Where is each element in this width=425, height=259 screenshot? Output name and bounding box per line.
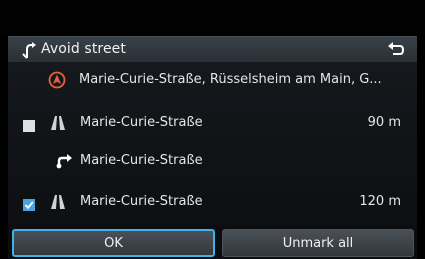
road-icon — [50, 194, 66, 210]
street-label: Marie-Curie-Straße — [80, 115, 203, 130]
button-bar: OK Unmark all — [8, 225, 417, 259]
destination-label: Marie-Curie-Straße, Rüsselsheim am Main,… — [79, 72, 382, 87]
header-bar: Avoid street — [8, 36, 417, 63]
list-item[interactable]: Marie-Curie-Straße — [8, 143, 417, 179]
unmark-all-button[interactable]: Unmark all — [222, 229, 414, 257]
destination-pin-icon — [48, 71, 66, 89]
street-label: Marie-Curie-Straße — [80, 153, 203, 168]
route-segment-list: Marie-Curie-Straße, Rüsselsheim am Main,… — [8, 62, 417, 225]
checkbox-unchecked[interactable] — [23, 117, 35, 132]
back-arrow-icon — [387, 41, 405, 60]
ok-button[interactable]: OK — [12, 229, 215, 257]
back-button[interactable] — [383, 40, 409, 60]
list-item[interactable]: Marie-Curie-Straße 90 m — [8, 105, 417, 141]
road-icon — [50, 115, 66, 131]
status-bar — [0, 0, 425, 36]
detour-arrow-icon — [21, 40, 39, 60]
destination-row[interactable]: Marie-Curie-Straße, Rüsselsheim am Main,… — [8, 62, 417, 98]
checkbox-checked[interactable] — [23, 196, 35, 211]
street-label: Marie-Curie-Straße — [80, 194, 203, 209]
list-item[interactable]: Marie-Curie-Straße 120 m — [8, 184, 417, 220]
distance-value: 90 m — [367, 115, 401, 130]
avoid-street-screen: Avoid street Marie-Curie-Straße, Rüssels… — [0, 0, 425, 259]
turn-right-icon — [54, 153, 74, 169]
page-title: Avoid street — [41, 41, 126, 57]
distance-value: 120 m — [359, 194, 401, 209]
